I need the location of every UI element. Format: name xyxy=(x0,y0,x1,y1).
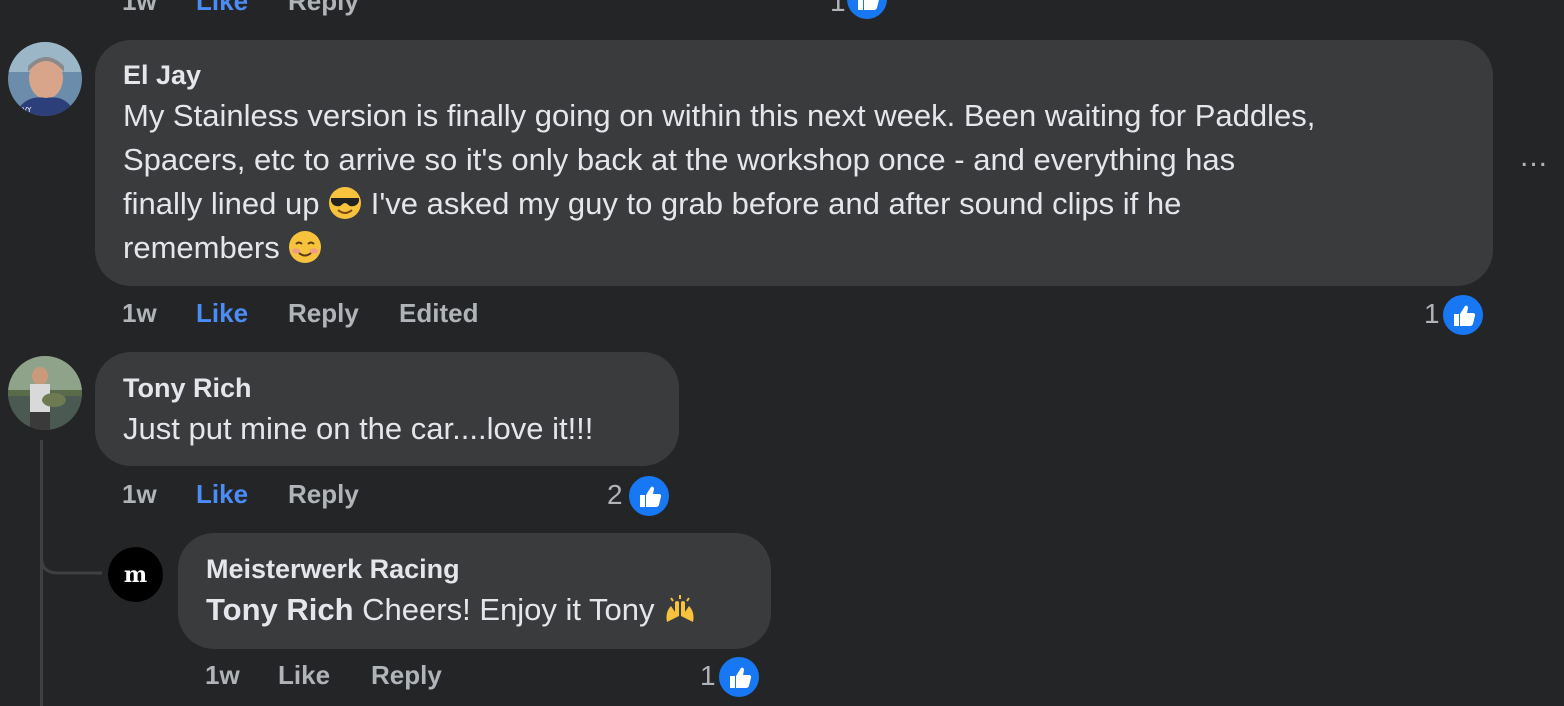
svg-text:AVY: AVY xyxy=(18,106,32,114)
thread-connector-curve xyxy=(40,540,102,575)
thumbs-up-icon[interactable] xyxy=(716,654,762,700)
like-button[interactable]: Like xyxy=(278,660,330,691)
comment-time[interactable]: 1w xyxy=(122,298,157,329)
comment-time[interactable]: 1w xyxy=(205,660,240,691)
comment-author[interactable]: El Jay xyxy=(123,60,201,91)
comment-text: My Stainless version is finally going on… xyxy=(123,94,1473,270)
comment-line: Spacers, etc to arrive so it's only back… xyxy=(123,142,1236,177)
reply-button[interactable]: Reply xyxy=(288,298,359,329)
reply-button[interactable]: Reply xyxy=(288,479,359,510)
reply-button[interactable]: Reply xyxy=(371,660,442,691)
comment-line: remembers xyxy=(123,226,1473,270)
thumbs-up-icon[interactable] xyxy=(1440,292,1486,338)
like-button[interactable]: Like xyxy=(196,0,248,17)
mention-link[interactable]: Tony Rich xyxy=(206,592,354,627)
comment-author[interactable]: Tony Rich xyxy=(123,373,252,404)
comment-text: Just put mine on the car....love it!!! xyxy=(123,411,594,446)
reaction-count: 1 xyxy=(830,0,846,17)
avatar[interactable] xyxy=(8,356,82,430)
reaction-count[interactable]: 2 xyxy=(607,479,623,511)
like-button[interactable]: Like xyxy=(196,479,248,510)
avatar[interactable]: m xyxy=(108,547,163,602)
reaction-count[interactable]: 1 xyxy=(700,660,716,692)
comment-time: 1w xyxy=(122,0,157,16)
reaction-count[interactable]: 1 xyxy=(1424,298,1440,330)
smiling-face-emoji-icon xyxy=(288,230,322,264)
comment-line: finally lined up I've asked my guy to gr… xyxy=(123,186,1182,221)
comment-text: Tony Rich Cheers! Enjoy it Tony xyxy=(206,588,697,632)
like-button[interactable]: Like xyxy=(196,298,248,329)
thumbs-up-icon[interactable] xyxy=(844,0,890,22)
comment-line: My Stainless version is finally going on… xyxy=(123,98,1316,133)
edited-label[interactable]: Edited xyxy=(399,298,478,329)
thumbs-up-icon[interactable] xyxy=(626,473,672,519)
more-options-button[interactable]: ... xyxy=(1520,140,1548,174)
svg-text:m: m xyxy=(124,562,147,588)
comment-time[interactable]: 1w xyxy=(122,479,157,510)
reply-button[interactable]: Reply xyxy=(288,0,359,17)
raising-hands-emoji-icon xyxy=(663,592,697,626)
avatar[interactable]: AVY xyxy=(8,42,82,116)
comment-author[interactable]: Meisterwerk Racing xyxy=(206,554,460,585)
sunglasses-emoji-icon xyxy=(328,186,362,220)
